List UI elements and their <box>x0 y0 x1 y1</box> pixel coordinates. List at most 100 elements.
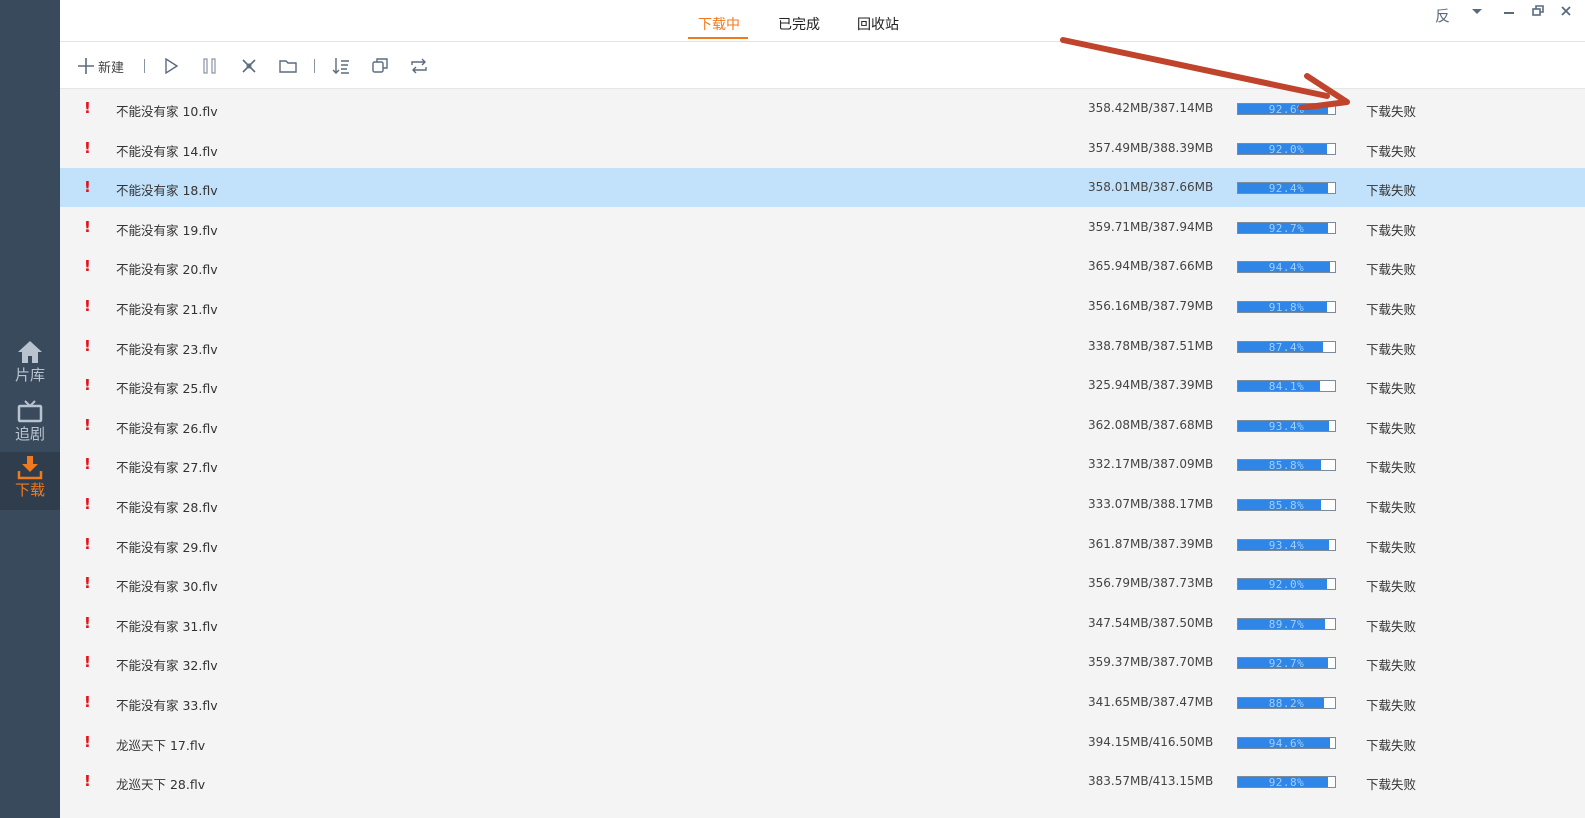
tab-recycle-bin[interactable]: 回收站 <box>857 14 899 34</box>
progress-text: 85.8% <box>1268 498 1305 512</box>
status-text: 下载失败 <box>1366 499 1417 515</box>
warning-icon: ! <box>84 257 91 276</box>
minimize-button[interactable] <box>1502 4 1516 22</box>
file-name: 不能没有家 10.flv <box>116 104 218 119</box>
file-size: 365.94MB/387.66MB <box>1088 259 1214 274</box>
start-button[interactable] <box>161 56 181 76</box>
file-size: 332.17MB/387.09MB <box>1088 457 1214 472</box>
table-row[interactable]: ! 不能没有家 21.flv 356.16MB/387.79MB 91.8% 下载失败 <box>60 286 1585 327</box>
delete-icon <box>242 59 256 73</box>
open-folder-button[interactable] <box>278 56 298 76</box>
progress-bar: 92.7% <box>1237 221 1336 235</box>
progress-bar: 92.6% <box>1237 103 1336 116</box>
warning-icon: ! <box>84 772 91 791</box>
menu-dropdown-button[interactable] <box>1470 4 1484 22</box>
table-row[interactable]: ! 不能没有家 33.flv 341.65MB/387.47MB 88.2% 下载失败 <box>60 682 1585 723</box>
copy-icon <box>372 58 388 73</box>
copy-button[interactable] <box>370 56 390 76</box>
close-button[interactable] <box>1559 4 1573 22</box>
warning-icon: ! <box>84 376 91 395</box>
status-text: 下载失败 <box>1366 104 1417 119</box>
table-row[interactable]: ! 不能没有家 29.flv 361.87MB/387.39MB 93.4% 下载失败 <box>60 524 1585 565</box>
progress-bar: 91.8% <box>1237 300 1336 314</box>
table-row[interactable]: ! 不能没有家 27.flv 332.17MB/387.09MB 85.8% 下载失败 <box>60 445 1585 485</box>
file-size: 333.07MB/388.17MB <box>1088 496 1214 511</box>
status-text: 下载失败 <box>1366 579 1417 595</box>
active-tab-indicator <box>688 37 748 39</box>
file-name: 龙巡天下 28.flv <box>116 777 206 793</box>
sidebar-item-series[interactable]: 追剧 <box>0 396 60 454</box>
refresh-icon <box>411 58 427 74</box>
table-row[interactable]: ! 不能没有家 30.flv 356.79MB/387.73MB 92.0% 下载失败 <box>60 564 1585 604</box>
file-size: 383.57MB/413.15MB <box>1088 774 1214 789</box>
retry-button[interactable] <box>409 56 429 76</box>
file-name: 不能没有家 28.flv <box>116 499 218 515</box>
warning-icon: ! <box>84 99 91 117</box>
progress-text: 91.8% <box>1268 300 1305 314</box>
file-size: 358.01MB/387.66MB <box>1088 180 1214 195</box>
pause-button[interactable] <box>200 56 220 76</box>
tab-completed[interactable]: 已完成 <box>778 14 820 34</box>
status-text: 下载失败 <box>1366 420 1417 436</box>
toolbar-divider <box>314 59 315 73</box>
sidebar-item-download[interactable]: 下载 <box>0 452 60 510</box>
table-row[interactable]: ! 不能没有家 31.flv 347.54MB/387.50MB 89.7% 下载失败 <box>60 603 1585 644</box>
status-text: 下载失败 <box>1366 658 1417 674</box>
warning-icon: ! <box>84 494 91 513</box>
feedback-button[interactable]: 反 <box>1435 5 1450 26</box>
warning-icon: ! <box>84 178 91 197</box>
file-name: 不能没有家 14.flv <box>116 143 218 159</box>
table-row[interactable]: ! 龙巡天下 17.flv 394.15MB/416.50MB 94.6% 下载失败 <box>60 722 1585 763</box>
new-task-button[interactable]: 新建 <box>76 56 124 76</box>
file-size: 356.79MB/387.73MB <box>1088 576 1214 591</box>
table-row[interactable]: ! 不能没有家 23.flv 338.78MB/387.51MB 87.4% 下载失败 <box>60 326 1585 367</box>
table-row[interactable]: ! 不能没有家 19.flv 359.71MB/387.94MB 92.7% 下载失败 <box>60 207 1585 248</box>
top-tab-bar: 下载中 已完成 回收站 反 <box>60 0 1585 42</box>
table-row[interactable]: ! 不能没有家 26.flv 362.08MB/387.68MB 93.4% 下载失败 <box>60 405 1585 446</box>
status-text: 下载失败 <box>1366 341 1417 357</box>
file-size: 325.94MB/387.39MB <box>1088 378 1214 393</box>
table-row[interactable]: ! 不能没有家 18.flv 358.01MB/387.66MB 92.4% 下载失败 <box>60 168 1585 208</box>
file-size: 359.71MB/387.94MB <box>1088 219 1214 234</box>
progress-bar: 85.8% <box>1237 498 1336 512</box>
sort-button[interactable] <box>331 56 351 76</box>
progress-bar: 88.2% <box>1237 696 1336 710</box>
sidebar-item-label: 追剧 <box>14 425 45 443</box>
warning-icon: ! <box>84 534 91 553</box>
sidebar-item-label: 下载 <box>14 481 45 499</box>
table-row[interactable]: ! 不能没有家 28.flv 333.07MB/388.17MB 85.8% 下载失败 <box>60 484 1585 525</box>
file-name: 龙巡天下 17.flv <box>116 737 206 753</box>
progress-text: 92.0% <box>1268 142 1305 156</box>
warning-icon: ! <box>84 692 91 711</box>
progress-text: 85.8% <box>1268 459 1305 473</box>
progress-bar: 94.4% <box>1237 261 1336 274</box>
download-manager-window: 片库 追剧 下载 下载中 已完成 回收站 反 新建 ! 不能没有家 10.flv… <box>0 0 1585 818</box>
table-row[interactable]: ! 不能没有家 14.flv 357.49MB/388.39MB 92.0% 下载失败 <box>60 128 1585 169</box>
progress-bar: 89.7% <box>1237 617 1336 631</box>
status-text: 下载失败 <box>1366 539 1417 555</box>
table-row[interactable]: ! 不能没有家 32.flv 359.37MB/387.70MB 92.7% 下载失败 <box>60 643 1585 683</box>
file-size: 358.42MB/387.14MB <box>1088 101 1214 115</box>
status-text: 下载失败 <box>1366 381 1417 397</box>
sidebar-item-library[interactable]: 片库 <box>0 337 60 395</box>
table-row[interactable]: ! 不能没有家 10.flv 358.42MB/387.14MB 92.6% 下载失败 <box>60 89 1585 129</box>
progress-bar: 94.6% <box>1237 736 1336 750</box>
table-row[interactable]: ! 不能没有家 25.flv 325.94MB/387.39MB 84.1% 下载失败 <box>60 366 1585 406</box>
file-size: 356.16MB/387.79MB <box>1088 298 1214 313</box>
progress-bar: 84.1% <box>1237 380 1336 393</box>
delete-button[interactable] <box>239 56 259 76</box>
progress-bar: 92.7% <box>1237 657 1336 670</box>
file-size: 341.65MB/387.47MB <box>1088 694 1214 709</box>
tab-downloading[interactable]: 下载中 <box>698 14 740 34</box>
restore-button[interactable] <box>1531 4 1545 22</box>
file-size: 357.49MB/388.39MB <box>1088 140 1214 155</box>
table-row[interactable]: ! 龙巡天下 28.flv 383.57MB/413.15MB 92.8% 下载失败 <box>60 762 1585 802</box>
progress-bar: 87.4% <box>1237 340 1336 354</box>
new-task-label: 新建 <box>98 60 125 76</box>
file-size: 362.08MB/387.68MB <box>1088 417 1214 432</box>
file-size: 338.78MB/387.51MB <box>1088 338 1214 353</box>
file-name: 不能没有家 29.flv <box>116 539 218 555</box>
table-row[interactable]: ! 不能没有家 20.flv 365.94MB/387.66MB 94.4% 下载失败 <box>60 247 1585 287</box>
progress-text: 94.6% <box>1268 736 1305 750</box>
progress-text: 88.2% <box>1268 696 1305 710</box>
